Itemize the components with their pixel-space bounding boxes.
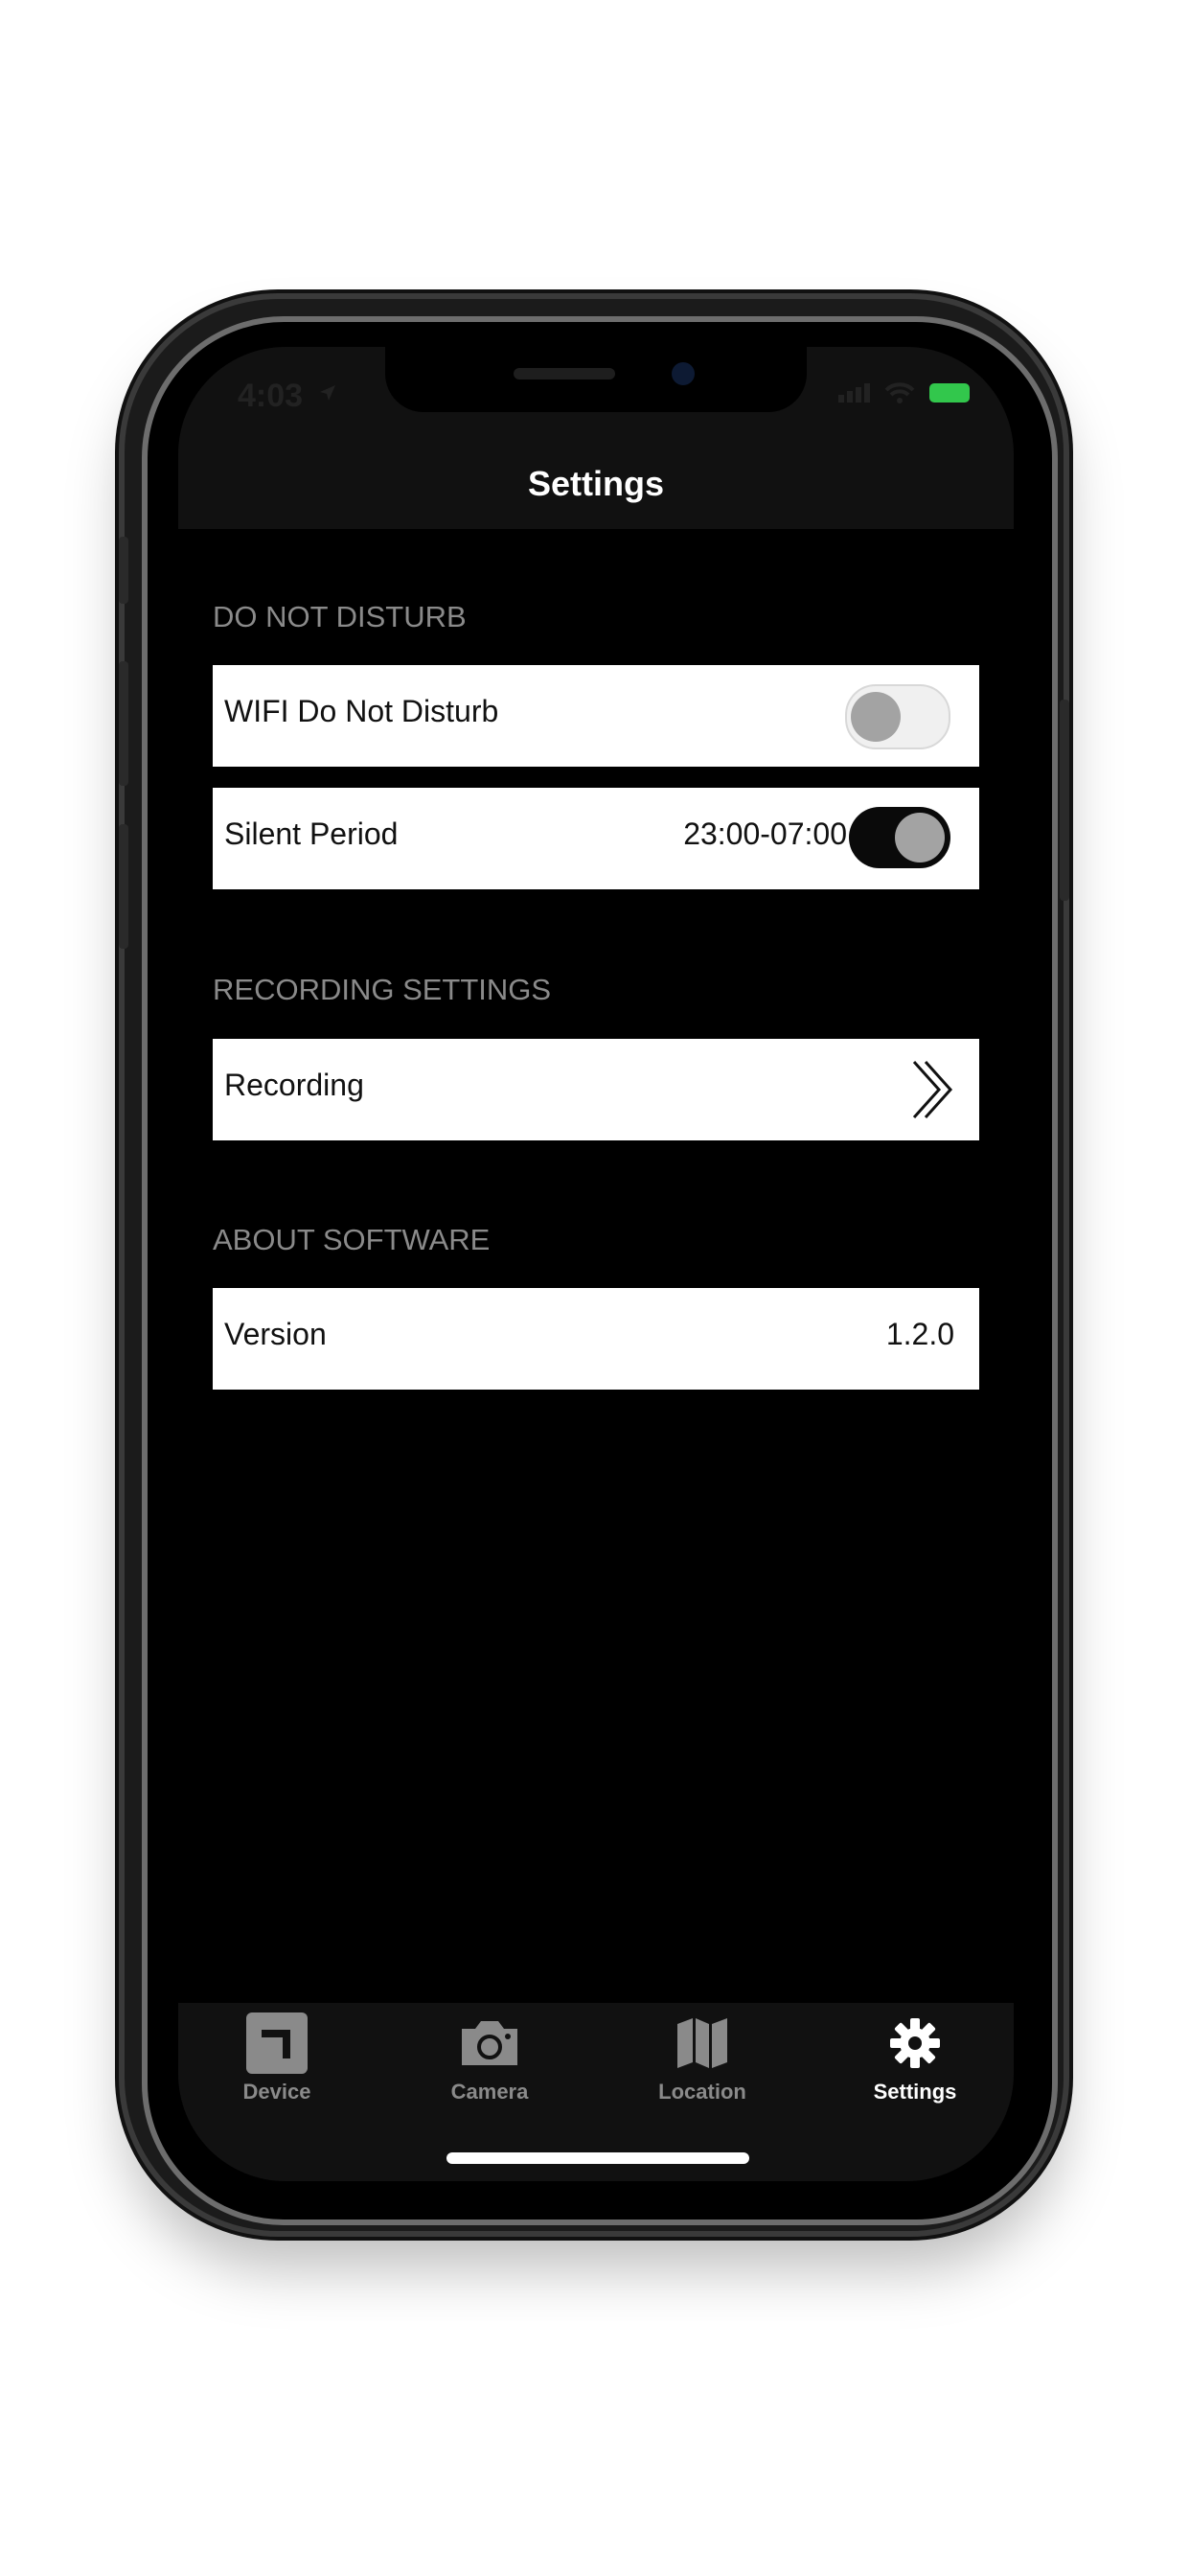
tab-settings[interactable]: Settings [829, 2012, 1001, 2128]
status-time: 4:03 [238, 378, 304, 414]
navigation-bar: Settings [178, 443, 1014, 529]
mute-switch [119, 537, 128, 604]
volume-up-button [119, 661, 128, 786]
tab-label-camera: Camera [450, 2080, 529, 2104]
power-button [1060, 700, 1069, 901]
battery-icon [929, 383, 970, 402]
section-header-recording: RECORDING SETTINGS [213, 973, 552, 1006]
version-value: 1.2.0 [885, 1317, 954, 1351]
silent-period-value: 23:00-07:00 [683, 816, 847, 851]
tab-camera[interactable]: Camera [403, 2012, 576, 2128]
map-icon [677, 2018, 727, 2068]
chevron-right-icon [912, 1060, 953, 1119]
status-bar: 4:03 [178, 347, 1014, 443]
version-label: Version [224, 1317, 327, 1351]
toggle-knob [895, 813, 945, 862]
camera-icon [462, 2021, 517, 2065]
page-title: Settings [527, 464, 664, 503]
volume-down-button [119, 824, 128, 949]
tab-bar: Device Camera Location Settings [178, 2003, 1014, 2181]
speaker-grille [514, 368, 615, 380]
version-row: Version 1.2.0 [213, 1288, 979, 1390]
wifi-dnd-label: WIFI Do Not Disturb [224, 694, 499, 728]
recording-label: Recording [224, 1068, 364, 1102]
device-icon [246, 2012, 308, 2074]
section-header-about: ABOUT SOFTWARE [213, 1223, 491, 1256]
status-icons [838, 381, 970, 404]
tab-device[interactable]: Device [191, 2012, 363, 2128]
wifi-icon [884, 382, 915, 403]
section-header-dnd: DO NOT DISTURB [213, 600, 467, 633]
recording-row[interactable]: Recording [213, 1039, 979, 1140]
silent-period-label: Silent Period [224, 816, 399, 851]
wifi-dnd-row: WIFI Do Not Disturb [213, 665, 979, 767]
notch [385, 347, 807, 412]
tab-location[interactable]: Location [616, 2012, 789, 2128]
location-arrow-icon [320, 385, 335, 401]
signal-icon [838, 383, 870, 402]
home-indicator[interactable] [446, 2152, 749, 2164]
gear-icon [890, 2018, 940, 2068]
front-camera [672, 362, 695, 385]
toggle-knob [851, 692, 901, 742]
screen: 4:03 Settings DO NOT DISTURB WIFI Do Not… [178, 347, 1014, 2181]
tab-label-location: Location [658, 2080, 746, 2104]
tab-label-settings: Settings [873, 2080, 957, 2104]
tab-label-device: Device [242, 2080, 311, 2104]
silent-period-toggle[interactable] [849, 807, 950, 868]
wifi-dnd-toggle[interactable] [845, 684, 950, 749]
silent-period-row[interactable]: Silent Period 23:00-07:00 [213, 788, 979, 889]
